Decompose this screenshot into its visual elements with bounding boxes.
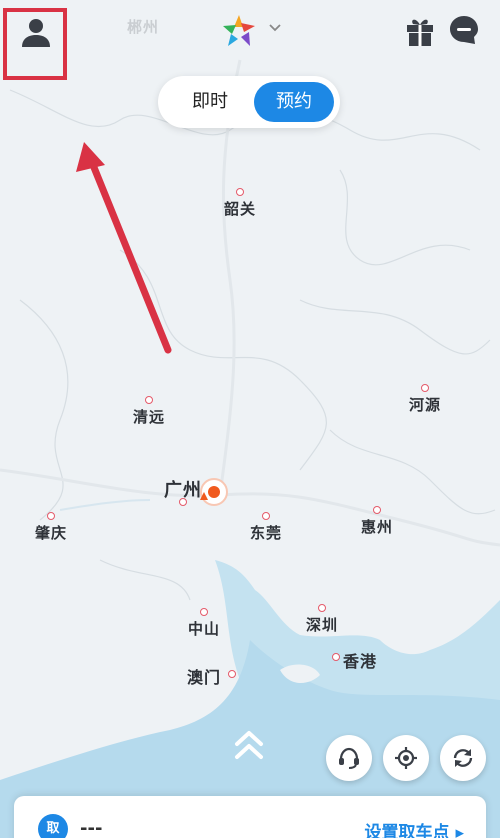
city-label-heyuan: 河源 xyxy=(409,396,442,414)
crosshair-icon xyxy=(395,747,417,769)
city-label-dongguan: 东莞 xyxy=(250,524,283,542)
city-dot-shaoguan xyxy=(236,188,244,196)
app-logo-icon[interactable] xyxy=(220,12,258,50)
pickup-location-value[interactable]: --- xyxy=(80,818,102,838)
headset-icon xyxy=(339,747,359,769)
chevron-down-icon[interactable] xyxy=(268,20,282,34)
annotation-highlight-box xyxy=(3,8,67,80)
city-label-zhaoqing: 肇庆 xyxy=(35,524,68,542)
city-dot-macau xyxy=(228,670,236,678)
pickup-badge: 取 xyxy=(38,814,68,838)
city-label-hongkong: 香港 xyxy=(343,652,378,671)
city-dot-qingyuan xyxy=(145,396,153,404)
refresh-icon xyxy=(453,749,473,767)
refresh-button[interactable] xyxy=(440,735,486,781)
city-dot-shenzhen xyxy=(318,604,326,612)
city-dot-hongkong xyxy=(332,653,340,661)
city-dot-heyuan xyxy=(421,384,429,392)
set-pickup-point-button[interactable]: 设置取车点 ▸ xyxy=(365,818,464,838)
city-label-qingyuan: 清远 xyxy=(133,408,166,426)
city-dot-guangzhou xyxy=(179,498,187,506)
city-label-macau: 澳门 xyxy=(187,668,222,687)
pickup-panel: 取 --- 设置取车点 ▸ xyxy=(14,796,486,838)
gift-icon[interactable] xyxy=(403,14,437,48)
city-dot-zhongshan xyxy=(200,608,208,616)
city-dot-dongguan xyxy=(262,512,270,520)
locate-button[interactable] xyxy=(383,735,429,781)
city-dot-zhaoqing xyxy=(47,512,55,520)
city-label-chenzhou: 郴州 xyxy=(127,18,160,36)
city-dot-huizhou xyxy=(373,506,381,514)
city-label-shenzhen: 深圳 xyxy=(306,616,339,634)
map-screen: 郴州 韶关 清远 河源 广州 肇庆 东莞 惠州 中山 深圳 香港 澳门 即时 预… xyxy=(0,0,500,838)
support-button[interactable] xyxy=(326,735,372,781)
mode-toggle: 即时 预约 xyxy=(158,76,340,128)
mode-option-reserve[interactable]: 预约 xyxy=(254,82,334,122)
city-label-shaoguan: 韶关 xyxy=(224,200,257,218)
city-label-huizhou: 惠州 xyxy=(361,518,394,536)
message-icon[interactable] xyxy=(448,14,480,46)
double-chevron-up-icon[interactable] xyxy=(229,724,269,764)
city-label-zhongshan: 中山 xyxy=(188,620,221,638)
mode-option-instant[interactable]: 即时 xyxy=(166,82,254,122)
